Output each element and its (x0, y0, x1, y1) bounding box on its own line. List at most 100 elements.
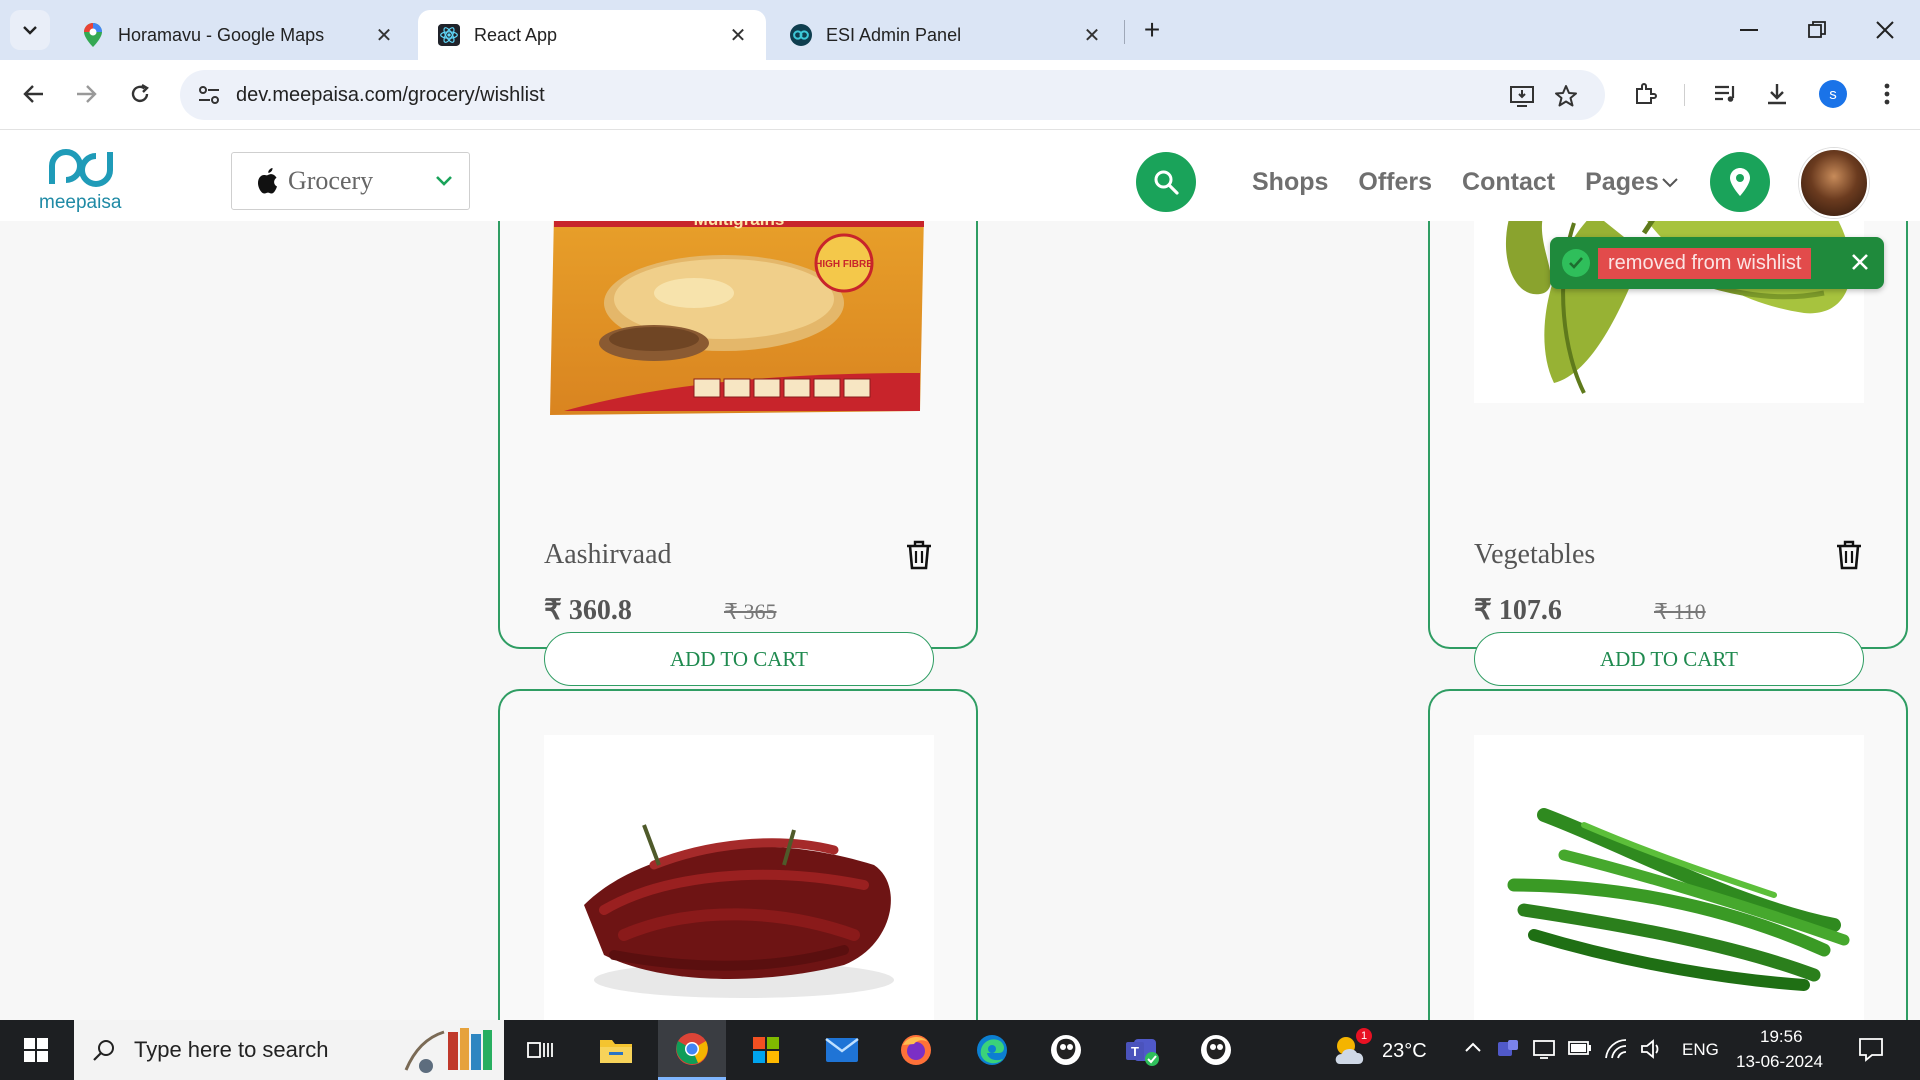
apple-icon (258, 168, 277, 194)
mail-icon[interactable] (808, 1020, 876, 1080)
window-close-icon[interactable] (1860, 10, 1910, 50)
taskbar-search-box[interactable]: Type here to search (74, 1020, 504, 1080)
wifi-icon[interactable] (1604, 1038, 1628, 1065)
meepaisa-logo[interactable]: meepaisa (36, 144, 126, 216)
chevron-down-icon (23, 26, 37, 35)
task-view-icon[interactable] (506, 1020, 574, 1080)
browser-toolbar: dev.meepaisa.com/grocery/wishlist s (0, 60, 1920, 130)
app-ghost-icon-1[interactable] (1032, 1020, 1100, 1080)
nav-pages[interactable]: Pages (1585, 168, 1679, 197)
profile-initial: s (1819, 80, 1847, 108)
battery-icon[interactable] (1568, 1040, 1592, 1061)
weather-badge: 1 (1356, 1028, 1372, 1044)
product-name[interactable]: Vegetables (1474, 539, 1595, 571)
clock-time[interactable]: 19:56 (1760, 1027, 1803, 1047)
category-select[interactable]: Grocery (231, 152, 470, 210)
url-text: dev.meepaisa.com/grocery/wishlist (236, 83, 545, 106)
product-name[interactable]: Aashirvaad (544, 539, 672, 571)
add-to-cart-button[interactable]: ADD TO CART (1474, 632, 1864, 686)
product-image-red-chilli[interactable] (544, 735, 934, 1021)
react-icon (438, 24, 460, 46)
windows-start-icon[interactable] (0, 1020, 72, 1080)
user-avatar[interactable] (1799, 148, 1869, 218)
site-header: meepaisa Grocery Shops Offers Contact Pa… (0, 130, 1920, 221)
microsoft-store-icon[interactable] (732, 1020, 800, 1080)
product-mrp: ₹ 365 (724, 599, 777, 624)
teams-icon[interactable]: T (1108, 1020, 1176, 1080)
tab-search-button[interactable] (10, 10, 50, 50)
edge-icon[interactable] (958, 1020, 1026, 1080)
category-label: Grocery (288, 166, 374, 195)
address-bar[interactable]: dev.meepaisa.com/grocery/wishlist (180, 70, 1605, 120)
check-circle-icon (1562, 249, 1590, 277)
meepaisa-logo-icon (49, 149, 113, 187)
nav-pages-label: Pages (1585, 168, 1659, 196)
language-indicator[interactable]: ENG (1682, 1040, 1719, 1060)
tab-google-maps[interactable]: Horamavu - Google Maps ✕ (62, 10, 412, 60)
meepaisa-favicon-icon (790, 24, 812, 46)
tab-close-icon[interactable]: ✕ (728, 23, 748, 48)
wishlist-card-aashirvaad: Multigrains HIGH FIBRE Aashirvaad ₹ 360.… (498, 221, 978, 686)
flour-bag-image: Multigrains HIGH FIBRE (550, 221, 924, 415)
bookmark-star-icon[interactable] (1550, 80, 1582, 112)
chevron-down-icon (1662, 177, 1678, 187)
add-to-cart-button[interactable]: ADD TO CART (544, 632, 934, 686)
tab-react-app[interactable]: React App ✕ (418, 10, 766, 60)
profile-avatar[interactable]: s (1816, 77, 1850, 111)
meet-now-icon[interactable] (1496, 1038, 1520, 1065)
nav-shops[interactable]: Shops (1252, 168, 1328, 197)
notification-icon[interactable] (1858, 1036, 1884, 1067)
chrome-icon[interactable] (658, 1020, 726, 1080)
site-settings-icon[interactable] (194, 80, 224, 110)
minimize-icon[interactable] (1724, 10, 1774, 50)
volume-icon[interactable] (1640, 1038, 1664, 1065)
product-image-aashirvaad[interactable]: Multigrains HIGH FIBRE (544, 221, 934, 453)
toast-notification: removed from wishlist (1550, 237, 1884, 289)
product-mrp: ₹ 110 (1654, 599, 1706, 624)
location-button[interactable] (1710, 152, 1770, 212)
chevron-up-icon[interactable] (1464, 1040, 1482, 1058)
media-control-icon[interactable] (1708, 77, 1742, 111)
nav-contact[interactable]: Contact (1462, 168, 1555, 197)
google-maps-icon (82, 23, 104, 47)
extensions-puzzle-icon[interactable] (1628, 77, 1662, 111)
chevron-down-icon (436, 176, 452, 186)
forward-arrow-icon[interactable] (66, 74, 106, 114)
search-highlight-art (404, 1028, 492, 1073)
logo-text: meepaisa (39, 192, 122, 213)
more-menu-icon[interactable] (1870, 77, 1904, 111)
svg-text:T: T (1131, 1044, 1139, 1059)
search-icon (93, 1040, 114, 1061)
product-price: ₹ 107.6 (1474, 595, 1562, 626)
new-tab-plus-icon[interactable]: + (1136, 14, 1168, 46)
search-icon (1154, 170, 1179, 195)
tab-close-icon[interactable]: ✕ (1082, 23, 1102, 48)
trash-icon[interactable] (1834, 539, 1864, 571)
file-explorer-icon[interactable] (582, 1020, 650, 1080)
wishlist-card-red-chilli (498, 689, 978, 1021)
close-icon[interactable] (1848, 250, 1872, 274)
wishlist-card-green-chilli (1428, 689, 1908, 1021)
firefox-icon[interactable] (882, 1020, 950, 1080)
weather-icon[interactable]: 1 (1330, 1028, 1374, 1070)
nav-offers[interactable]: Offers (1358, 168, 1432, 197)
search-button[interactable] (1136, 152, 1196, 212)
product-image-green-chilli[interactable] (1474, 735, 1864, 1021)
back-arrow-icon[interactable] (14, 74, 54, 114)
trash-icon[interactable] (904, 539, 934, 571)
package-text: Multigrains (694, 221, 785, 229)
tab-esi-admin[interactable]: ESI Admin Panel ✕ (770, 10, 1120, 60)
reload-icon[interactable] (120, 74, 160, 114)
app-ghost-icon-2[interactable] (1182, 1020, 1250, 1080)
tab-close-icon[interactable]: ✕ (374, 23, 394, 48)
windows-taskbar: Type here to search T 1 23°C ENG 19:56 1… (0, 1020, 1920, 1080)
install-app-icon[interactable] (1506, 80, 1538, 112)
toolbar-separator (1684, 84, 1685, 106)
restore-icon[interactable] (1792, 10, 1842, 50)
main-nav: Shops Offers Contact Pages (1252, 168, 1679, 197)
weather-temp[interactable]: 23°C (1382, 1040, 1427, 1063)
clock-date[interactable]: 13-06-2024 (1736, 1052, 1823, 1072)
downloads-icon[interactable] (1760, 77, 1794, 111)
taskbar-search-placeholder: Type here to search (134, 1037, 329, 1062)
display-icon[interactable] (1532, 1038, 1556, 1065)
